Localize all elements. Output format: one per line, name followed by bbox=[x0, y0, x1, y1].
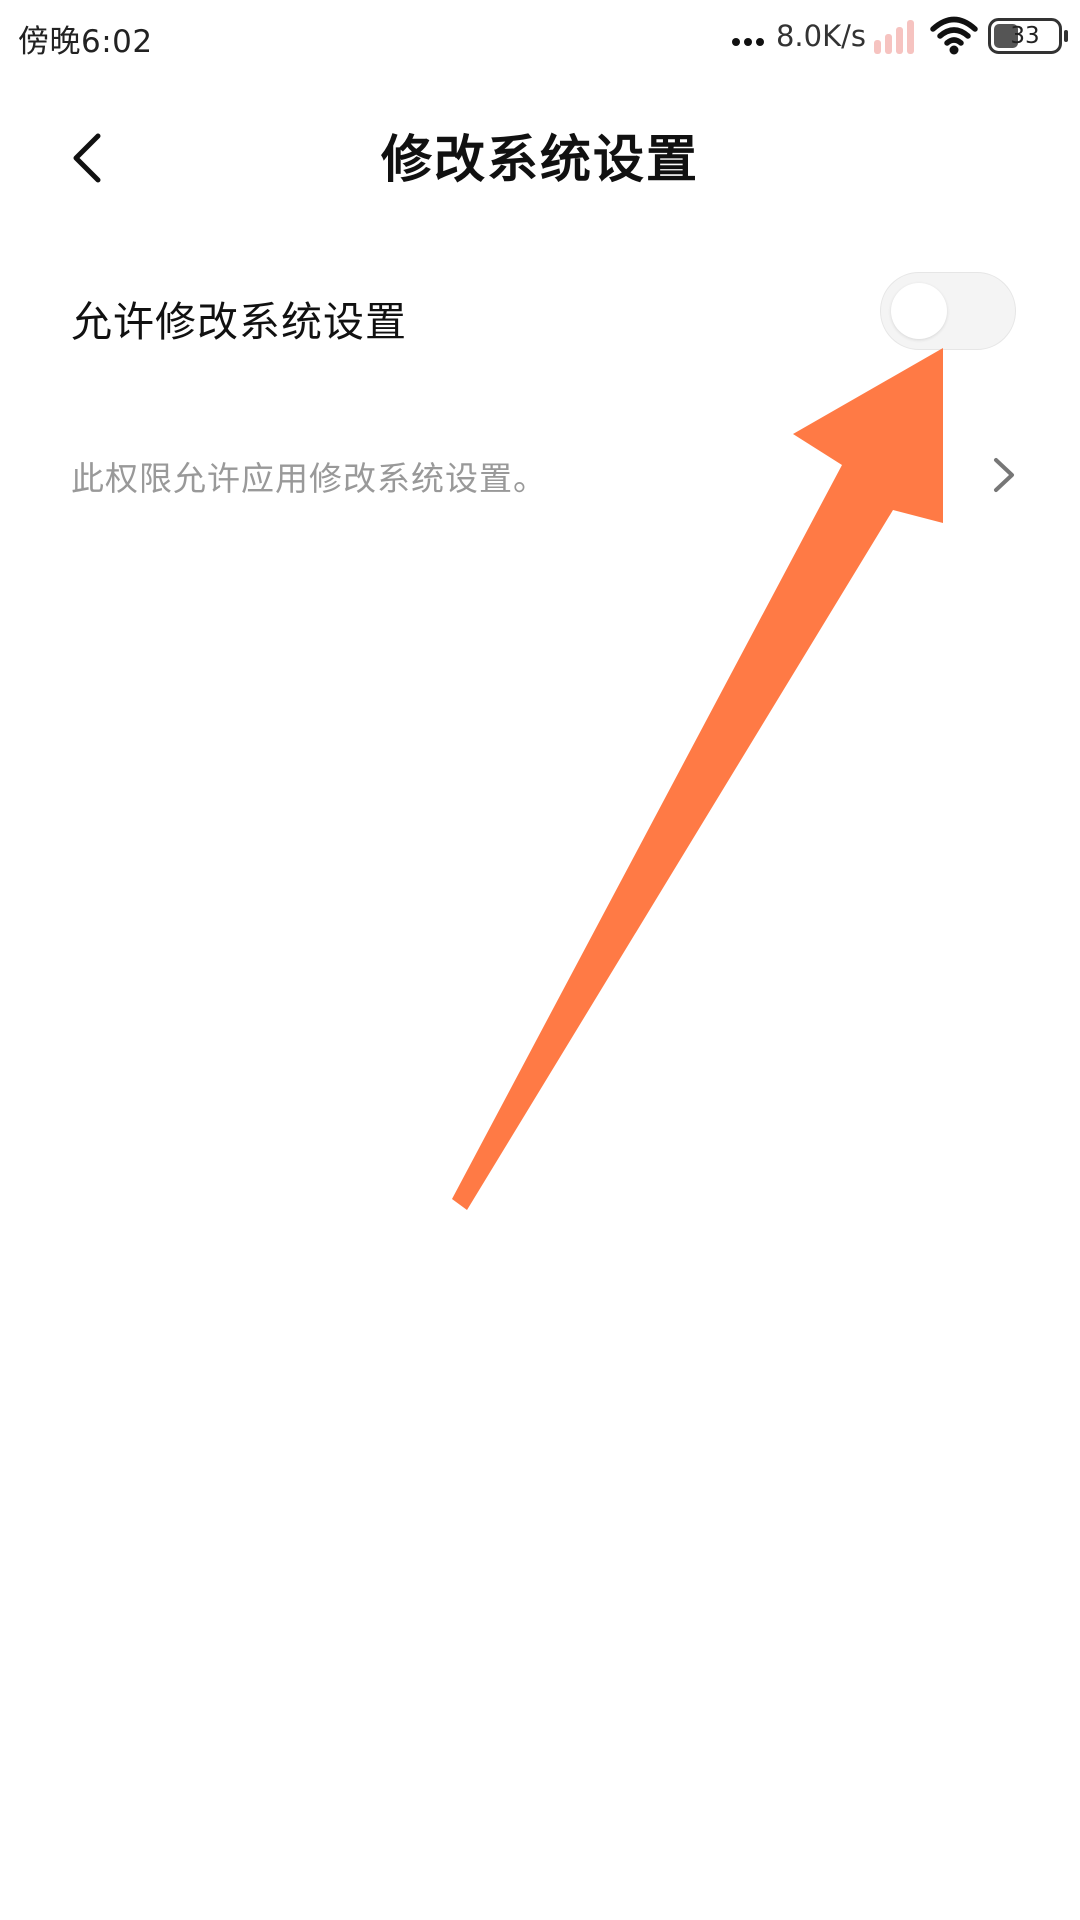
network-speed: 8.0K/s bbox=[775, 19, 866, 53]
battery-level: 33 bbox=[1010, 23, 1040, 49]
page-title: 修改系统设置 bbox=[380, 131, 699, 190]
allow-modify-toggle[interactable] bbox=[880, 272, 1016, 350]
permission-description: 此权限允许应用修改系统设置。 bbox=[71, 459, 547, 498]
signal-icon bbox=[874, 20, 914, 54]
status-icons: 8.0K/s 33 bbox=[730, 14, 1070, 58]
wifi-icon bbox=[930, 16, 978, 55]
toggle-knob bbox=[891, 283, 947, 339]
permission-description-row[interactable]: 此权限允许应用修改系统设置。 bbox=[0, 440, 1080, 510]
status-time: 傍晚6:02 bbox=[18, 24, 153, 60]
battery-icon: 33 bbox=[988, 18, 1070, 54]
title-bar: 修改系统设置 bbox=[0, 100, 1080, 210]
setting-label: 允许修改系统设置 bbox=[71, 298, 407, 346]
status-bar: 傍晚6:02 8.0K/s 33 bbox=[0, 0, 1080, 72]
allow-modify-settings-row: 允许修改系统设置 bbox=[0, 262, 1080, 372]
chevron-right-icon bbox=[994, 458, 1014, 492]
more-dots-icon bbox=[730, 32, 766, 46]
screen: 傍晚6:02 8.0K/s 33 修改系统设置 允许修改系统设置 此权限允许应用… bbox=[0, 0, 1080, 1920]
